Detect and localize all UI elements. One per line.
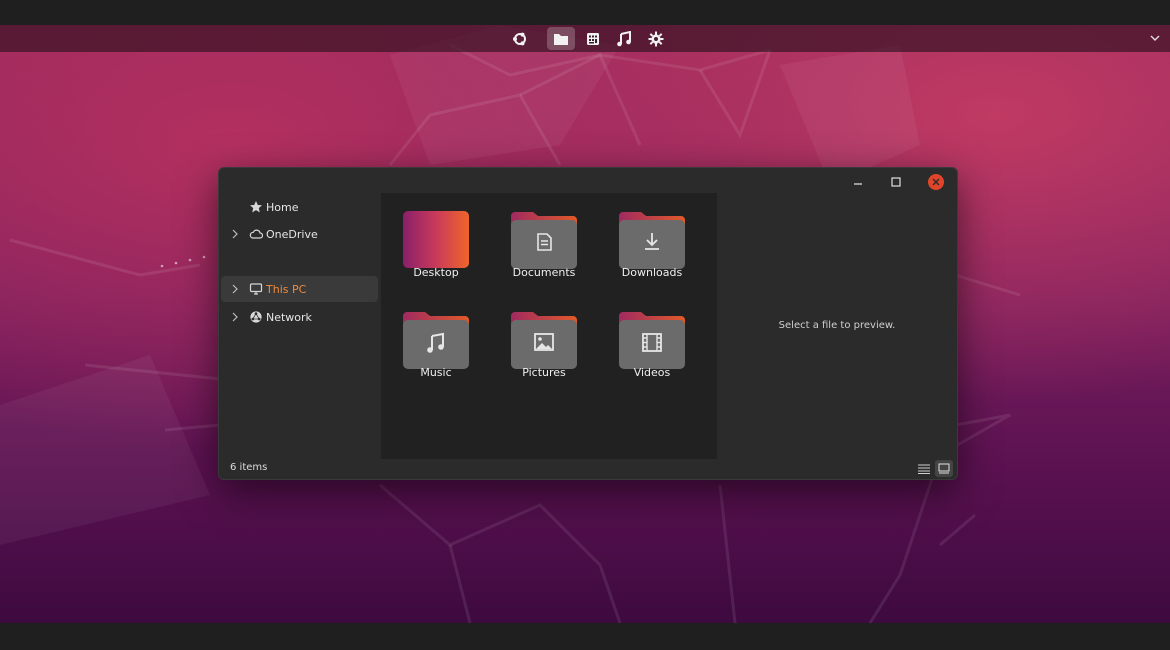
document-icon: [511, 212, 577, 269]
sidebar-item-network[interactable]: Network: [221, 304, 378, 330]
folder-tile-videos[interactable]: Videos: [597, 293, 697, 385]
folder-label: Desktop: [413, 266, 459, 279]
cloud-icon: [249, 227, 264, 241]
file-explorer-window: Home OneDrive This PC Network Desktop Do…: [218, 167, 958, 480]
image-icon: [511, 312, 577, 369]
sidebar-item-label: OneDrive: [266, 227, 318, 241]
folder-tile-music[interactable]: Music: [381, 293, 481, 385]
bottom-bar: [0, 623, 1170, 650]
folder-tile-documents[interactable]: Documents: [489, 193, 589, 285]
music-note-icon: [403, 312, 469, 369]
folder-label: Videos: [633, 366, 671, 379]
desktop-folder-icon: [403, 211, 469, 268]
chevron-right-icon[interactable]: [231, 284, 239, 294]
star-icon: [249, 200, 263, 214]
folder-grid: Desktop Documents Downloads Music Pictur…: [381, 193, 717, 459]
preview-pane: Select a file to preview.: [717, 193, 957, 459]
details-view-button[interactable]: [915, 460, 933, 477]
chevron-down-icon[interactable]: [1148, 30, 1162, 46]
close-button[interactable]: [925, 172, 947, 192]
tiles-view-icon: [938, 463, 950, 474]
folder-label: Music: [420, 366, 452, 379]
item-count: 6 items: [230, 462, 268, 473]
sidebar-item-home[interactable]: Home: [221, 194, 378, 220]
top-dock: [0, 25, 1170, 52]
sidebar: Home OneDrive This PC Network: [219, 168, 380, 458]
gear-icon[interactable]: [642, 27, 670, 50]
sidebar-item-label: Network: [266, 310, 312, 324]
tiles-view-button[interactable]: [935, 460, 953, 477]
download-icon: [619, 212, 685, 269]
folder-icon[interactable]: [547, 27, 575, 50]
minimize-button[interactable]: [847, 172, 869, 192]
sidebar-item-label: This PC: [266, 282, 307, 296]
folder-label: Documents: [512, 266, 576, 279]
chevron-right-icon[interactable]: [231, 312, 239, 322]
folder-label: Pictures: [522, 366, 566, 379]
music-note-icon[interactable]: [610, 27, 638, 50]
maximize-button[interactable]: [885, 172, 907, 192]
list-view-icon: [918, 464, 930, 474]
folder-tile-desktop[interactable]: Desktop: [381, 193, 481, 285]
film-icon: [619, 312, 685, 369]
sidebar-item-this-pc[interactable]: This PC: [221, 276, 378, 302]
network-icon: [249, 310, 263, 324]
status-bar: 6 items: [219, 458, 957, 479]
monitor-icon: [249, 282, 263, 296]
close-icon: [928, 174, 944, 190]
sidebar-item-onedrive[interactable]: OneDrive: [221, 221, 378, 247]
sidebar-item-label: Home: [266, 200, 299, 214]
preview-placeholder: Select a file to preview.: [778, 320, 896, 331]
folder-label: Downloads: [621, 266, 683, 279]
folder-tile-downloads[interactable]: Downloads: [597, 193, 697, 285]
top-bar: [0, 0, 1170, 25]
chevron-right-icon[interactable]: [231, 229, 239, 239]
folder-tile-pictures[interactable]: Pictures: [489, 293, 589, 385]
ubuntu-logo-icon[interactable]: [506, 27, 534, 50]
calculator-icon[interactable]: [579, 27, 607, 50]
